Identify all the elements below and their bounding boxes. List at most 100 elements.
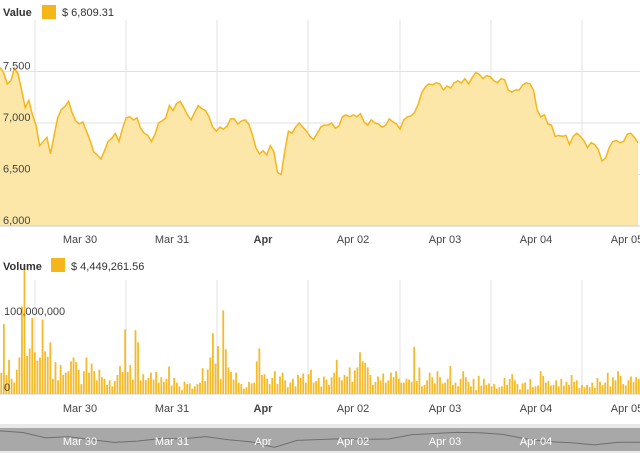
volume-bar [292, 378, 294, 394]
volume-bar [359, 352, 361, 394]
volume-bar [588, 387, 591, 394]
volume-bar [196, 384, 199, 394]
volume-bar [408, 379, 410, 394]
volume-bar [519, 389, 521, 394]
volume-bar [191, 388, 194, 394]
navigator-tick-label: Mar 30 [63, 436, 97, 448]
volume-bar [364, 362, 367, 394]
value-x-tick-label: Apr 04 [520, 234, 552, 246]
volume-bar [335, 359, 338, 394]
value-y-tick-label: 6,500 [3, 164, 31, 176]
volume-bar [495, 388, 498, 394]
volume-bar [129, 365, 132, 394]
volume-bar [609, 386, 612, 394]
volume-bar [49, 342, 52, 394]
volume-bar [619, 375, 622, 394]
volume-bar [21, 306, 23, 394]
volume-x-tick-label: Mar 31 [155, 403, 189, 415]
volume-bar [193, 386, 196, 394]
value-y-tick-label: 7,000 [3, 112, 31, 124]
volume-bar [413, 346, 416, 394]
volume-bar [400, 382, 403, 394]
volume-bar [513, 380, 516, 394]
value-panel: 6,000 6,500 7,000 7,500 Mar 30 Mar 31 Apr Apr … [0, 20, 640, 246]
volume-bar [390, 372, 392, 394]
volume-bar [526, 389, 529, 394]
volume-bar [485, 384, 488, 394]
volume-bar [472, 378, 475, 394]
value-x-tick-label: Apr 03 [429, 234, 461, 246]
volume-bar [449, 365, 452, 394]
volume-x-tick-label: Apr 04 [520, 403, 552, 415]
volume-bar [317, 378, 320, 394]
volume-y-tick-label: 0 [4, 382, 10, 394]
volume-bar [294, 386, 297, 394]
volume-bar [557, 386, 560, 394]
volume-bar [113, 381, 116, 394]
volume-bar [59, 365, 62, 394]
value-legend-readout: $ 6,809.31 [62, 7, 114, 19]
value-x-tick-label: Apr 02 [337, 234, 369, 246]
volume-bar [498, 387, 501, 394]
navigator[interactable]: Mar 30 Mar 31 Apr Apr 02 Apr 03 Apr 04 [0, 424, 640, 453]
volume-bar [431, 377, 434, 394]
volume-bar [573, 381, 576, 394]
volume-bar [13, 382, 16, 394]
volume-bar [212, 333, 214, 394]
volume-bar [348, 367, 351, 394]
volume-bar [591, 382, 594, 394]
navigator-tick-label: Apr 04 [520, 436, 552, 448]
volume-bar [462, 371, 465, 394]
volume-bar [106, 384, 108, 394]
volume-bar [583, 387, 586, 394]
volume-bar [142, 374, 145, 394]
volume-bar [108, 380, 111, 394]
volume-bar [144, 380, 147, 394]
volume-bar [480, 385, 483, 394]
volume-bar [372, 384, 374, 394]
volume-bar [637, 378, 640, 394]
volume-bar [150, 372, 152, 394]
volume-y-tick-label: 100,000,000 [4, 306, 65, 318]
volume-bar [387, 380, 390, 394]
volume-bar [529, 378, 532, 394]
volume-bar [477, 375, 480, 394]
volume-bar [555, 380, 558, 394]
volume-bar [82, 371, 85, 394]
volume-bar [320, 386, 323, 394]
volume-bar [64, 372, 67, 394]
volume-bar [423, 384, 426, 394]
volume-bar [405, 378, 408, 394]
volume-bar [537, 385, 539, 394]
volume-bar [446, 378, 449, 394]
volume-bar [315, 381, 318, 394]
volume-bar [418, 367, 421, 394]
volume-bar [333, 372, 336, 394]
volume-bar [524, 382, 527, 394]
volume-bar [289, 382, 292, 394]
volume-bar [41, 319, 44, 394]
volume-bar [632, 381, 635, 394]
value-legend: Value $ 6,809.31 [3, 5, 114, 19]
value-x-axis-ticks: Mar 30 Mar 31 Apr Apr 02 Apr 03 Apr 04 Apr 05 [63, 234, 640, 246]
volume-bar [245, 387, 248, 394]
price-chart: 6,000 6,500 7,000 7,500 Mar 30 Mar 31 Apr Apr … [0, 5, 640, 453]
volume-bar [482, 378, 485, 394]
value-y-tick-label: 6,000 [3, 215, 31, 227]
volume-bar [121, 372, 124, 394]
volume-bar [346, 376, 348, 394]
volume-bar [152, 379, 155, 394]
volume-bar [57, 380, 59, 394]
volume-bar [111, 386, 114, 394]
volume-bar [26, 356, 28, 394]
volume-bar [310, 369, 312, 394]
volume-x-tick-label: Apr 02 [337, 403, 369, 415]
volume-bar [351, 381, 354, 394]
volume-bar [297, 375, 299, 394]
volume-bar [0, 372, 3, 394]
volume-bar [209, 357, 212, 394]
volume-bar [199, 382, 201, 394]
volume-bar [137, 342, 139, 394]
volume-bar [119, 365, 121, 394]
volume-bar [31, 318, 34, 394]
